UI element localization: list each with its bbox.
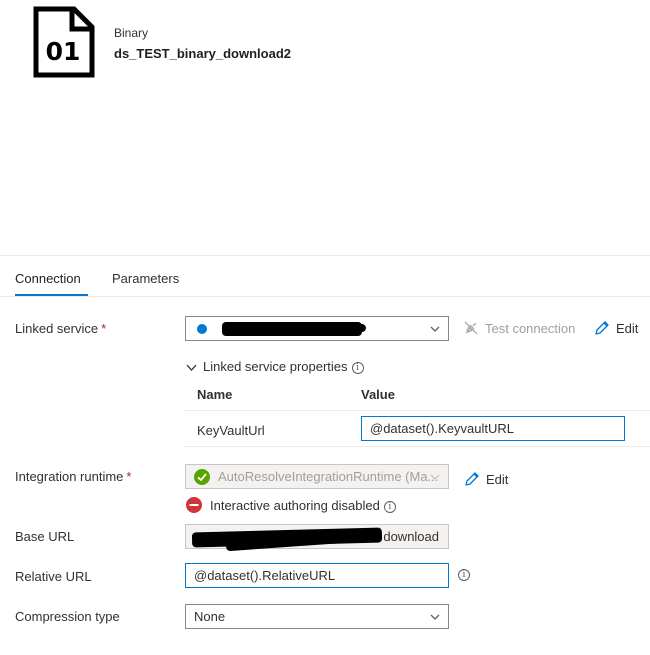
base-url-input[interactable]: download	[185, 524, 449, 552]
integration-runtime-label: Integration runtime *	[15, 469, 132, 484]
check-circle-icon	[194, 469, 210, 485]
column-header-value: Value	[361, 387, 395, 402]
info-icon[interactable]: i	[458, 569, 470, 581]
chevron-down-icon	[186, 364, 197, 371]
compression-type-select[interactable]: None	[185, 604, 449, 629]
required-mark: *	[126, 469, 132, 484]
keyvault-url-input[interactable]: @dataset().KeyvaultURL	[361, 416, 625, 441]
edit-integration-runtime-button[interactable]: Edit	[464, 471, 508, 487]
chevron-down-icon	[430, 614, 440, 620]
tab-parameters[interactable]: Parameters	[112, 271, 179, 286]
plug-icon	[464, 321, 478, 335]
column-header-name: Name	[197, 387, 233, 402]
info-icon[interactable]: i	[351, 362, 364, 374]
error-circle-icon	[186, 497, 202, 513]
relative-url-input[interactable]: @dataset().RelativeURL	[185, 563, 449, 588]
chevron-down-icon	[430, 326, 440, 332]
linked-service-type-icon	[197, 324, 207, 334]
base-url-visible-text: download	[383, 529, 439, 544]
divider	[0, 255, 650, 256]
linked-service-select[interactable]	[185, 316, 449, 341]
active-tab-indicator	[15, 294, 88, 296]
integration-runtime-select[interactable]: AutoResolveIntegrationRuntime (Ma...	[185, 464, 449, 489]
binary-file-icon: 01	[33, 6, 95, 78]
linked-service-properties-toggle[interactable]: Linked service properties i	[186, 359, 364, 374]
test-connection-button[interactable]: Test connection	[463, 320, 575, 336]
chevron-down-icon	[430, 474, 440, 480]
pencil-icon	[595, 321, 609, 335]
compression-type-label: Compression type	[15, 609, 120, 624]
tab-connection[interactable]: Connection	[15, 271, 81, 286]
dataset-type: Binary	[114, 26, 149, 40]
required-mark: *	[101, 321, 107, 336]
pencil-icon	[465, 472, 479, 486]
property-name: KeyVaultUrl	[197, 423, 265, 438]
relative-url-label: Relative URL	[15, 569, 92, 584]
interactive-authoring-warning: Interactive authoring disabled i	[186, 497, 396, 513]
edit-linked-service-button[interactable]: Edit	[594, 320, 638, 336]
table-divider	[185, 410, 650, 411]
linked-service-label: Linked service *	[15, 321, 107, 336]
tab-bar: Connection Parameters	[0, 262, 650, 297]
base-url-label: Base URL	[15, 529, 75, 544]
file-icon-text: 01	[46, 37, 81, 66]
dataset-name: ds_TEST_binary_download2	[114, 46, 291, 61]
table-divider	[185, 446, 650, 447]
info-icon[interactable]: i	[383, 501, 396, 513]
